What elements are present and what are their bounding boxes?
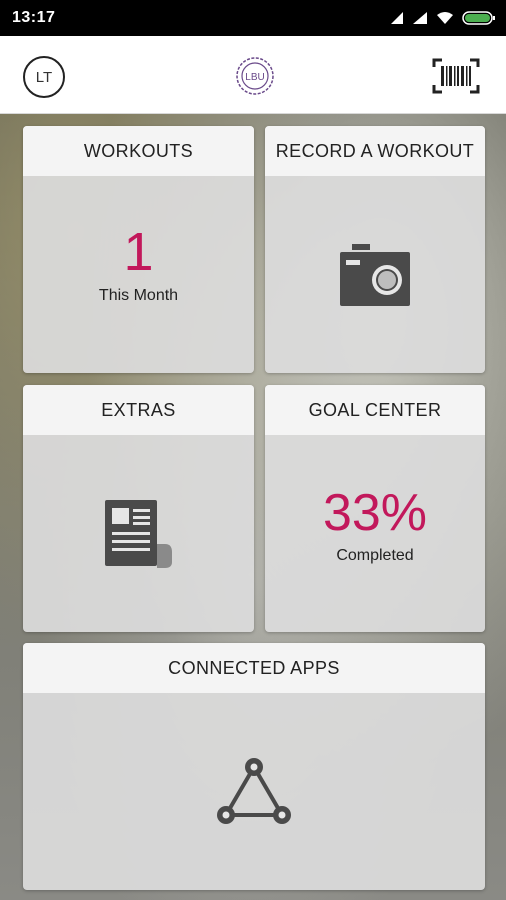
goal-center-tile[interactable]: GOAL CENTER 33% Completed bbox=[265, 385, 485, 632]
connected-apps-tile-body bbox=[23, 693, 485, 890]
workouts-tile-body: 1 This Month bbox=[23, 176, 254, 373]
goal-center-tile-body: 33% Completed bbox=[265, 435, 485, 632]
extras-tile[interactable]: EXTRAS bbox=[23, 385, 254, 632]
status-time: 13:17 bbox=[12, 9, 56, 26]
connected-apps-tile-title: CONNECTED APPS bbox=[23, 643, 485, 693]
extras-tile-body bbox=[23, 435, 254, 632]
app-header: LT LBU bbox=[0, 36, 506, 114]
wifi-icon bbox=[437, 12, 453, 24]
workouts-count: 1 bbox=[123, 221, 154, 282]
workouts-tile-title: WORKOUTS bbox=[23, 126, 254, 176]
connected-apps-tile[interactable]: CONNECTED APPS bbox=[23, 643, 485, 890]
record-workout-tile-title: RECORD A WORKOUT bbox=[265, 126, 485, 176]
avatar-initials: LT bbox=[35, 68, 53, 86]
goal-center-tile-title: GOAL CENTER bbox=[265, 385, 485, 435]
workouts-caption: This Month bbox=[98, 286, 179, 304]
battery-icon bbox=[462, 11, 495, 25]
svg-text:LBU: LBU bbox=[245, 72, 264, 83]
record-workout-tile[interactable]: RECORD A WORKOUT bbox=[265, 126, 485, 373]
avatar[interactable]: LT bbox=[23, 56, 65, 98]
extras-tile-title: EXTRAS bbox=[23, 385, 254, 435]
lbu-logo: LBU bbox=[236, 57, 274, 95]
connected-nodes-icon bbox=[217, 757, 291, 824]
barcode-icon[interactable] bbox=[432, 58, 480, 94]
record-workout-tile-body bbox=[265, 176, 485, 373]
goal-progress-percent: 33% bbox=[322, 483, 428, 542]
camera-icon bbox=[340, 243, 410, 306]
newspaper-icon bbox=[104, 499, 172, 568]
workouts-tile[interactable]: WORKOUTS 1 This Month bbox=[23, 126, 254, 373]
notification-arrow-icon bbox=[391, 12, 403, 24]
status-bar: 13:17 bbox=[0, 0, 506, 36]
status-icons bbox=[390, 10, 496, 26]
goal-progress-caption: Completed bbox=[336, 546, 414, 564]
signal-icon bbox=[413, 12, 427, 24]
